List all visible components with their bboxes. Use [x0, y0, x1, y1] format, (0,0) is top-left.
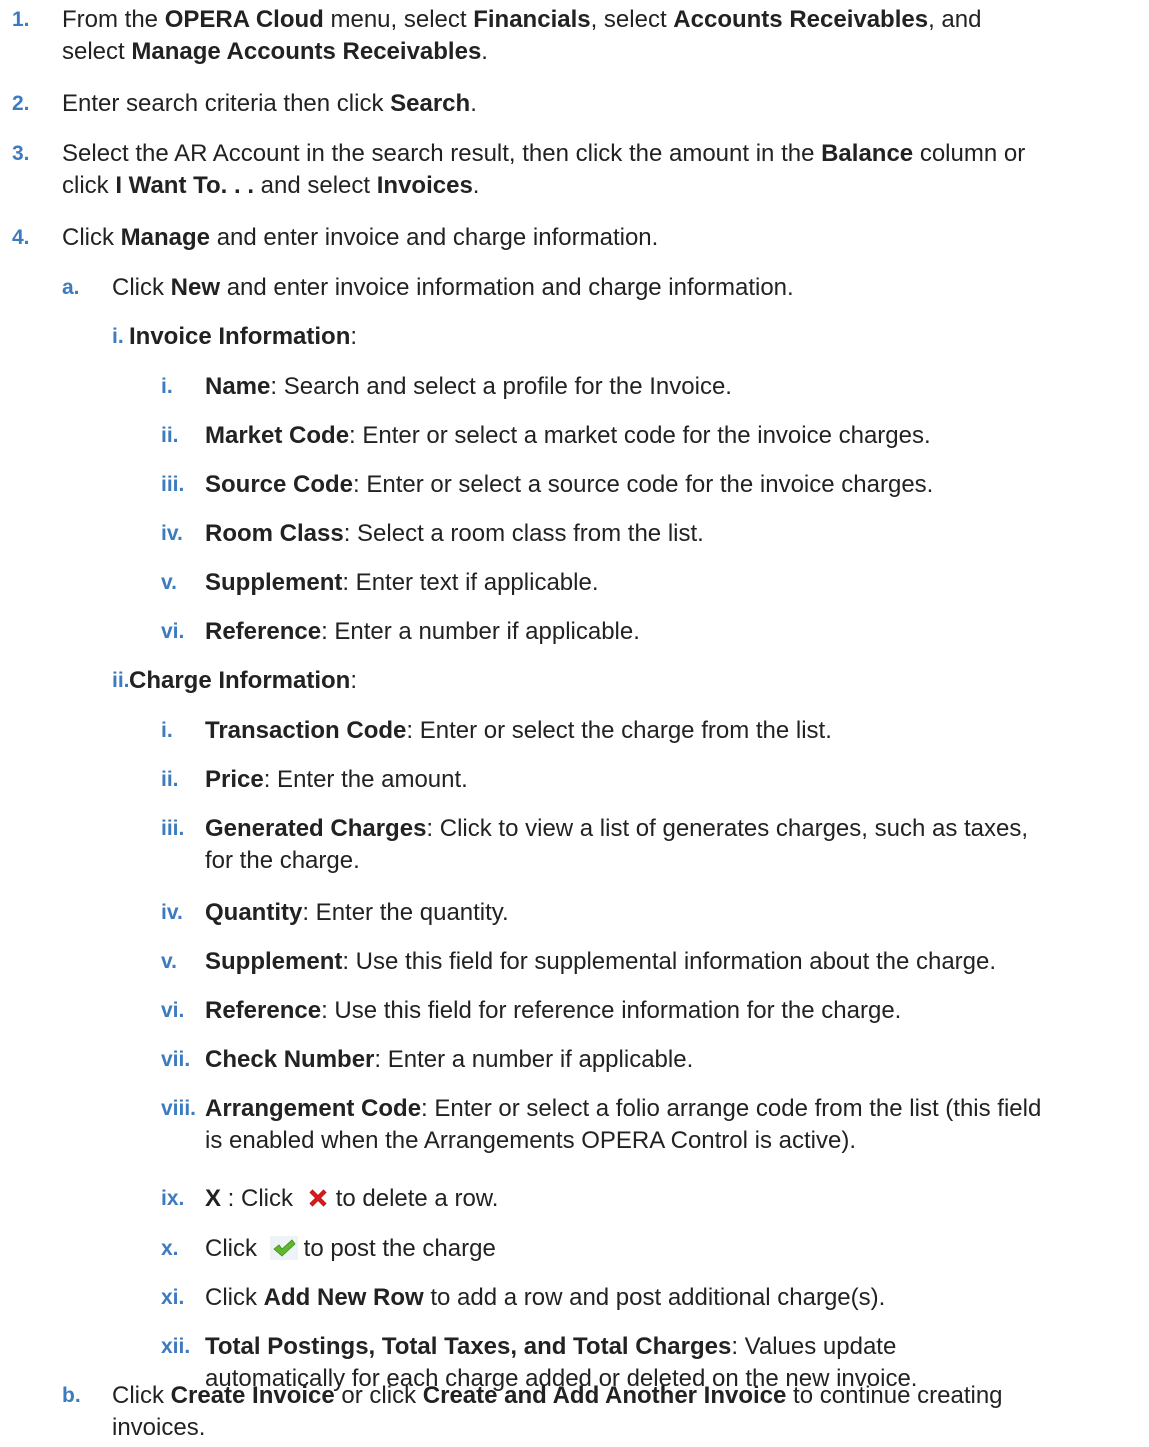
step-text: Click New and enter invoice information …	[112, 274, 794, 301]
step-number: i.	[112, 325, 124, 348]
step-number: 4.	[12, 226, 30, 249]
step-number: 3.	[12, 142, 30, 165]
step-number: ii.	[112, 669, 130, 692]
step-text: From the OPERA Cloud menu, select Financ…	[62, 6, 982, 65]
step-text: Click Create Invoice or click Create and…	[112, 1382, 1003, 1441]
step-text: Charge Information:	[129, 667, 358, 694]
step-text: Invoice Information:	[129, 323, 358, 350]
step-number: a.	[62, 276, 80, 299]
red-x-icon[interactable]	[306, 1186, 330, 1210]
green-checkmark-icon[interactable]	[269, 1236, 298, 1260]
step-text: Click Manage and enter invoice and charg…	[62, 224, 659, 251]
step-text: Select the AR Account in the search resu…	[62, 140, 1026, 199]
document: 1. From the OPERA Cloud menu, select Fin…	[0, 0, 1149, 1447]
step-number: 2.	[12, 92, 30, 115]
step-text: Enter search criteria then click Search.	[62, 90, 477, 117]
step-number: 1.	[12, 8, 30, 31]
step-number: b.	[62, 1384, 81, 1407]
